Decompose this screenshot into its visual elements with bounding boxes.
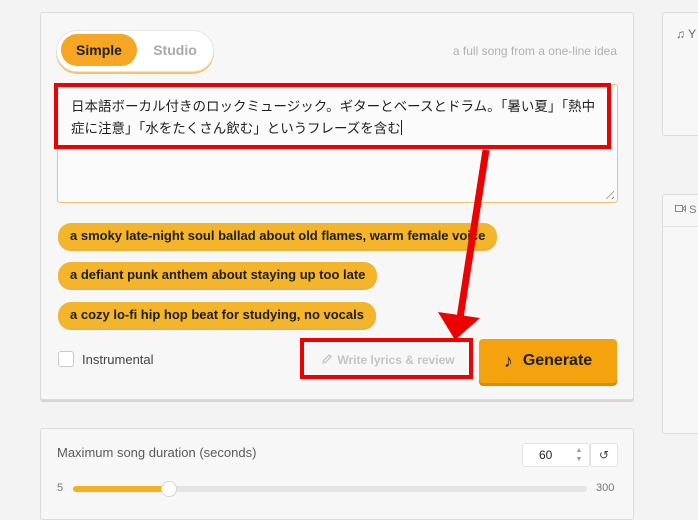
song-prompt-textarea[interactable]: 日本語ボーカル付きのロックミュージック。ギターとベースとドラム。「暑い夏」「熱中… — [57, 84, 618, 203]
instrumental-label: Instrumental — [82, 351, 154, 367]
reset-duration-button[interactable]: ↺ — [590, 443, 618, 467]
reset-icon: ↺ — [598, 448, 610, 462]
duration-value: 60 — [539, 448, 553, 462]
range-min-label: 5 — [57, 482, 64, 494]
song-prompt-text: 日本語ボーカル付きのロックミュージック。ギターとベースとドラム。「暑い夏」「熱中… — [71, 99, 596, 137]
mode-simple-button[interactable]: Simple — [61, 34, 137, 66]
side-panel-bottom-header: S — [663, 195, 698, 227]
suggestion-chip[interactable]: a defiant punk anthem about staying up t… — [58, 262, 378, 288]
duration-number-input[interactable]: 60 ▲ ▼ — [522, 443, 590, 467]
chevron-down-icon[interactable]: ▼ — [576, 455, 583, 464]
side-panel-bottom-label: S — [675, 204, 696, 216]
side-panel-top: ♫ Y — [662, 12, 698, 136]
duration-slider[interactable] — [73, 481, 587, 497]
range-max-label: 300 — [596, 482, 615, 494]
resize-grip-icon[interactable] — [602, 187, 614, 199]
chevron-up-icon[interactable]: ▲ — [576, 446, 583, 455]
music-note-icon: ♫ — [676, 27, 685, 41]
generate-label: Generate — [522, 352, 593, 369]
spinner[interactable]: ▲ ▼ — [573, 446, 585, 464]
mode-studio-button[interactable]: Studio — [141, 34, 209, 66]
instrumental-checkbox[interactable] — [58, 351, 74, 367]
suggestion-chip[interactable]: a smoky late-night soul ballad about old… — [58, 223, 498, 249]
instrumental-toggle[interactable]: Instrumental — [58, 351, 154, 367]
write-lyrics-button[interactable]: Write lyrics & review — [315, 349, 461, 371]
side-panel-bottom: S — [662, 194, 698, 434]
mode-hint: a full song from a one-line idea — [452, 44, 617, 58]
side-panel-top-label: ♫ Y — [676, 27, 697, 41]
video-icon — [675, 204, 689, 216]
music-note-icon: ♪ — [503, 351, 513, 371]
write-lyrics-label: Write lyrics & review — [337, 353, 455, 367]
pencil-icon — [321, 353, 333, 368]
duration-label: Maximum song duration (seconds) — [57, 445, 257, 460]
mode-toggle: Simple Studio — [56, 30, 214, 72]
slider-thumb[interactable] — [160, 481, 177, 497]
simple-generation-card: Simple Studio a full song from a one-lin… — [40, 12, 634, 400]
suggestion-chip[interactable]: a cozy lo-fi hip hop beat for studying, … — [58, 302, 376, 328]
slider-fill — [73, 486, 169, 492]
text-caret — [400, 120, 402, 135]
duration-card: Maximum song duration (seconds) 60 ▲ ▼ ↺… — [40, 428, 634, 520]
generate-button[interactable]: ♪ Generate — [479, 339, 617, 383]
